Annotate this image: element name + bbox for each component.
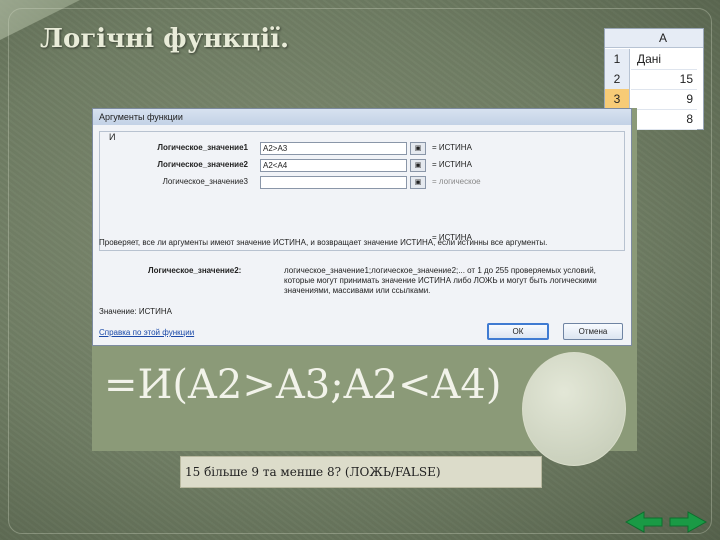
row-number: 1	[605, 49, 630, 69]
collapse-dialog-icon[interactable]: ▣	[410, 159, 426, 172]
arg1-input[interactable]: A2>A3	[260, 142, 407, 155]
cell-value: 15	[631, 69, 697, 90]
navigation-arrows	[624, 511, 708, 533]
collapse-dialog-icon[interactable]: ▣	[410, 142, 426, 155]
function-description: Проверяет, все ли аргументы имеют значен…	[99, 238, 548, 247]
function-arguments-dialog: Аргументы функции ?✕ Логическое_значение…	[92, 108, 632, 346]
function-group: Логическое_значение1 A2>A3 ▣ = ИСТИНА Ло…	[99, 131, 625, 251]
arg-name: Логическое_значение1	[157, 143, 248, 152]
arg-result: = ИСТИНА	[432, 160, 472, 169]
cell-value: 9	[631, 89, 697, 110]
formula-text: =И(A2>A3;A2<A4)	[104, 362, 502, 408]
function-name: И	[107, 132, 118, 142]
arg3-input[interactable]	[260, 176, 407, 189]
dialog-titlebar: Аргументы функции ?✕	[93, 109, 631, 125]
help-link[interactable]: Справка по этой функции	[99, 328, 194, 337]
arg-row-3: Логическое_значение3 ▣ = логическое	[108, 176, 618, 189]
dialog-title: Аргументы функции	[99, 112, 183, 122]
arg-description: логическое_значение1;логическое_значение…	[284, 266, 597, 295]
caption-box: 15 більше 9 та менше 8? (ЛОЖЬ/FALSE)	[180, 456, 542, 488]
arg-name: Логическое_значение2	[157, 160, 248, 169]
page-title: Логічні функції.	[40, 24, 290, 54]
cancel-button[interactable]: Отмена	[563, 323, 623, 340]
back-arrow-icon[interactable]	[624, 511, 663, 533]
arg-name: Логическое_значение3	[162, 177, 248, 186]
forward-arrow-icon[interactable]	[669, 511, 708, 533]
arg-row-2: Логическое_значение2 A2<A4 ▣ = ИСТИНА	[108, 159, 618, 172]
value-line: Значение: ИСТИНА	[99, 307, 172, 316]
collapse-dialog-icon[interactable]: ▣	[410, 176, 426, 189]
arg-description-name: Логическое_значение2:	[148, 266, 242, 275]
arg-row-1: Логическое_значение1 A2>A3 ▣ = ИСТИНА	[108, 142, 618, 155]
column-header: A	[605, 29, 703, 48]
arg2-input[interactable]: A2<A4	[260, 159, 407, 172]
arg-result: = логическое	[432, 177, 481, 186]
row-number: 2	[605, 69, 630, 89]
column-a-label: A	[659, 31, 668, 45]
arg-result: = ИСТИНА	[432, 143, 472, 152]
ok-button[interactable]: ОК	[487, 323, 549, 340]
row-number: 3	[605, 89, 630, 109]
cell-value: 8	[631, 109, 697, 130]
cell-value: Дані	[631, 49, 697, 70]
decorative-circle	[522, 352, 626, 466]
